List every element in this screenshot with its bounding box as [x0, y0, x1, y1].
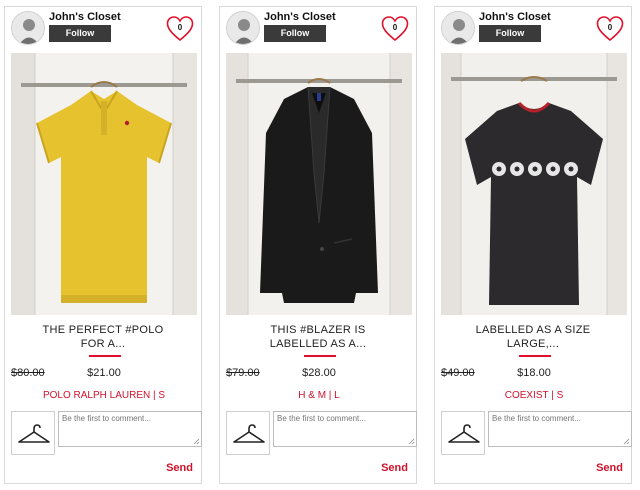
avatar[interactable]	[226, 11, 260, 45]
card-header: John's Closet Follow 0	[5, 7, 201, 51]
avatar[interactable]	[11, 11, 45, 45]
hanger-icon	[448, 424, 480, 443]
product-card: John's Closet Follow 0 THE PERFECT #POLO…	[4, 6, 202, 484]
follow-button[interactable]: Follow	[264, 25, 326, 42]
resize-grip-icon[interactable]	[623, 438, 630, 445]
like-count: 0	[607, 23, 613, 32]
resize-grip-icon[interactable]	[193, 438, 200, 445]
hanger-icon	[18, 424, 50, 443]
sale-price: $18.00	[517, 367, 551, 379]
title-divider	[519, 355, 551, 357]
user-avatar-icon	[227, 12, 259, 44]
comment-input[interactable]	[273, 411, 417, 447]
brand-size-link[interactable]: POLO RALPH LAUREN | S	[5, 390, 203, 401]
snowflake-tshirt-image	[441, 53, 627, 315]
send-button[interactable]: Send	[596, 462, 623, 474]
follow-button[interactable]: Follow	[49, 25, 111, 42]
user-avatar-icon	[12, 12, 44, 44]
closet-owner-name[interactable]: John's Closet	[479, 11, 551, 23]
like-button[interactable]: 0	[381, 15, 409, 43]
comment-input[interactable]	[488, 411, 632, 447]
like-count: 0	[177, 23, 183, 32]
closet-owner-name[interactable]: John's Closet	[264, 11, 336, 23]
closet-owner-name[interactable]: John's Closet	[49, 11, 121, 23]
like-button[interactable]: 0	[166, 15, 194, 43]
yellow-polo-image	[11, 53, 197, 315]
hanger-icon	[233, 424, 265, 443]
product-title[interactable]: THE PERFECT #POLO FOR A...	[13, 323, 193, 351]
comment-input[interactable]	[58, 411, 202, 447]
black-blazer-image	[226, 53, 412, 315]
title-divider	[89, 355, 121, 357]
commenter-avatar	[441, 411, 485, 455]
resize-grip-icon[interactable]	[408, 438, 415, 445]
send-button[interactable]: Send	[166, 462, 193, 474]
product-card: John's Closet Follow 0 LABELLED AS A SIZ…	[434, 6, 632, 484]
product-photo[interactable]	[441, 53, 627, 315]
product-photo[interactable]	[226, 53, 412, 315]
sale-price: $21.00	[87, 367, 121, 379]
sale-price: $28.00	[302, 367, 336, 379]
commenter-avatar	[226, 411, 270, 455]
product-card: John's Closet Follow 0 THIS #BLAZER IS L…	[219, 6, 417, 484]
title-divider	[304, 355, 336, 357]
card-header: John's Closet Follow 0	[435, 7, 631, 51]
card-header: John's Closet Follow 0	[220, 7, 416, 51]
avatar[interactable]	[441, 11, 475, 45]
send-button[interactable]: Send	[381, 462, 408, 474]
product-photo[interactable]	[11, 53, 197, 315]
brand-size-link[interactable]: COEXIST | S	[435, 390, 633, 401]
product-title[interactable]: THIS #BLAZER IS LABELLED AS A...	[228, 323, 408, 351]
like-count: 0	[392, 23, 398, 32]
brand-size-link[interactable]: H & M | L	[220, 390, 418, 401]
product-title[interactable]: LABELLED AS A SIZE LARGE,...	[443, 323, 623, 351]
commenter-avatar	[11, 411, 55, 455]
follow-button[interactable]: Follow	[479, 25, 541, 42]
like-button[interactable]: 0	[596, 15, 624, 43]
user-avatar-icon	[442, 12, 474, 44]
